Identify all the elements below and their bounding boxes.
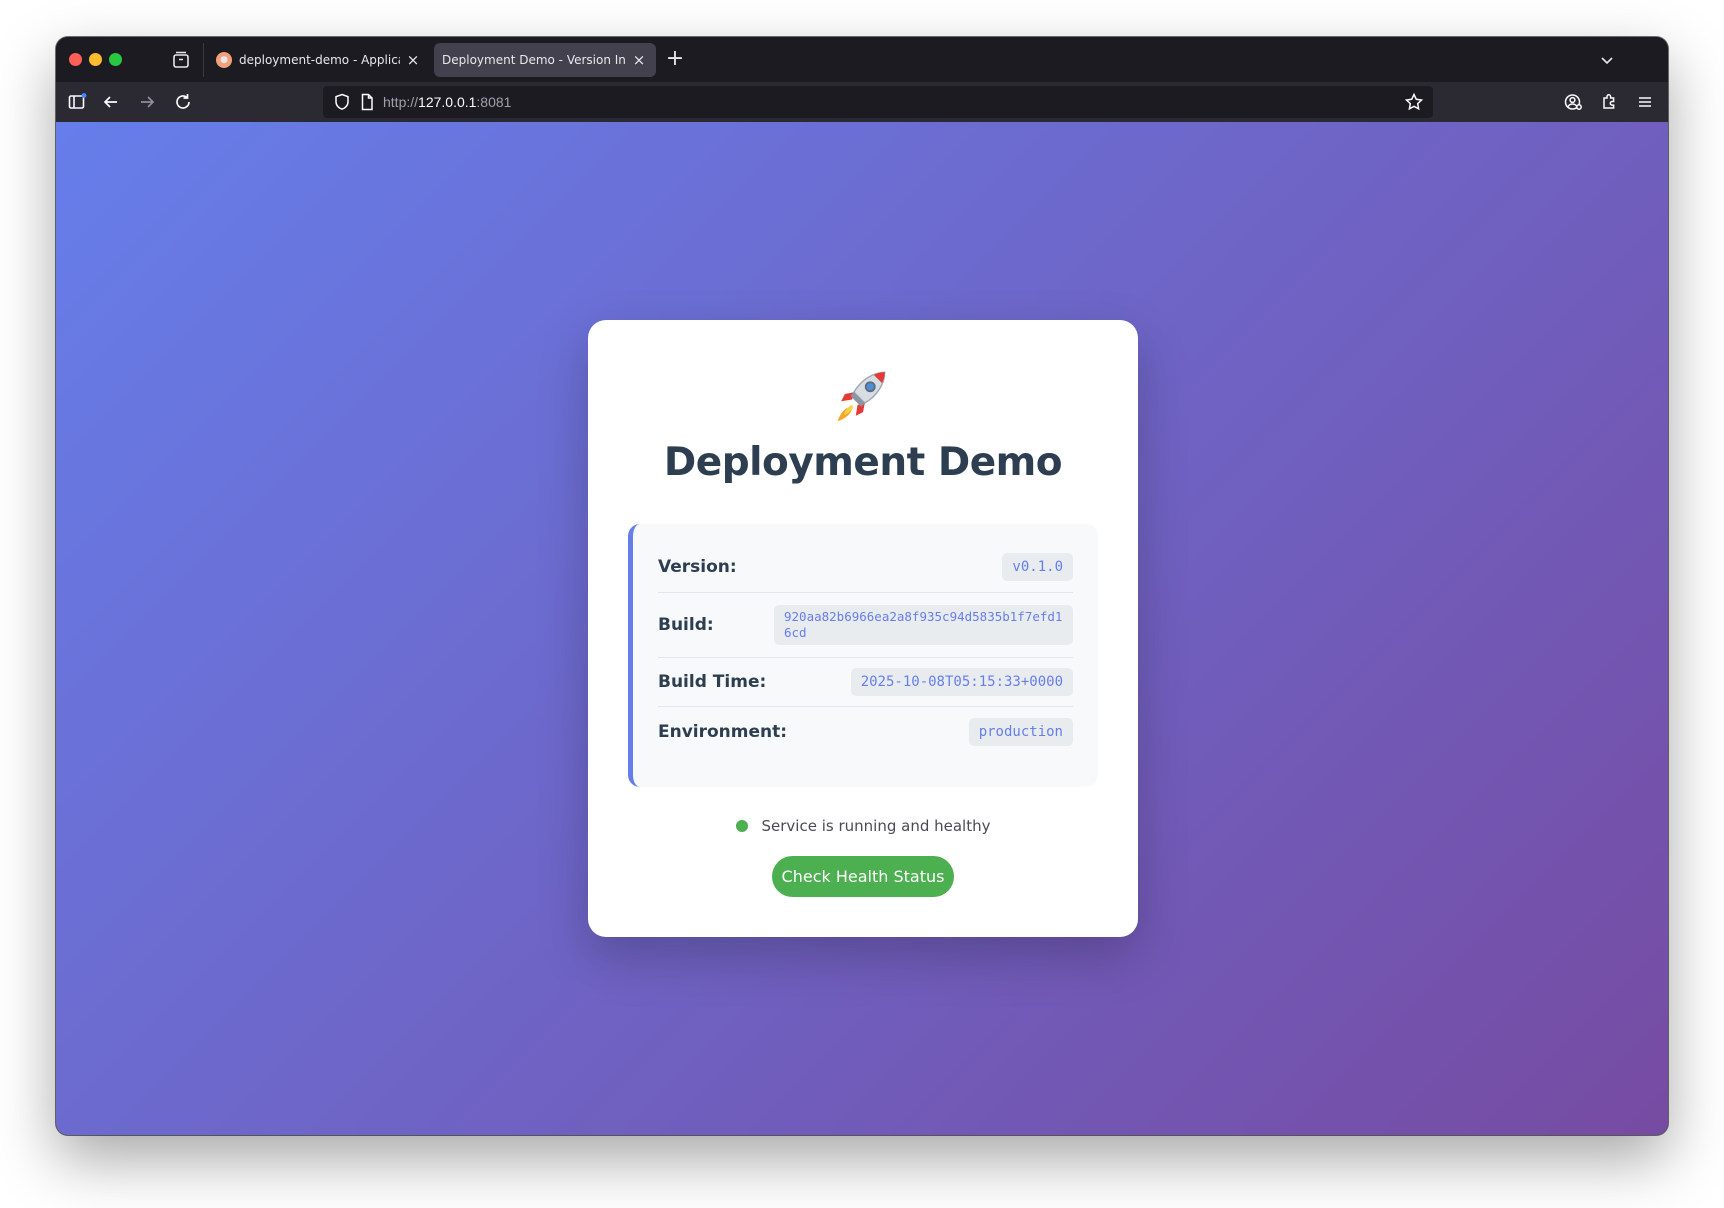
- bookmark-star-icon[interactable]: [1403, 91, 1425, 113]
- environment-label: Environment:: [658, 722, 788, 742]
- url-host: 127.0.0.1: [418, 94, 477, 110]
- new-tab-button[interactable]: +: [663, 48, 687, 72]
- close-tab-icon[interactable]: ×: [630, 51, 648, 69]
- account-icon[interactable]: [1562, 91, 1584, 113]
- minimize-window-button[interactable]: [89, 53, 102, 66]
- rocket-icon: [588, 365, 1138, 423]
- sidebar-icon[interactable]: [66, 91, 88, 113]
- status-text: Service is running and healthy: [761, 817, 991, 835]
- maximize-window-button[interactable]: [109, 53, 122, 66]
- tab-deployment-demo-version-info[interactable]: Deployment Demo - Version Info ×: [434, 43, 656, 77]
- forward-icon[interactable]: [136, 91, 158, 113]
- navigation-toolbar: http://127.0.0.1:8081: [56, 82, 1668, 122]
- environment-row: Environment: production: [658, 707, 1073, 757]
- browser-window: ● deployment-demo - Application × Deploy…: [56, 37, 1668, 1135]
- tab-title: deployment-demo - Application: [239, 53, 400, 67]
- close-tab-icon[interactable]: ×: [404, 51, 422, 69]
- check-health-status-button[interactable]: Check Health Status: [772, 856, 954, 897]
- version-info-panel: Version: v0.1.0 Build: 920aa82b6966ea2a8…: [628, 524, 1098, 787]
- version-row: Version: v0.1.0: [658, 542, 1073, 593]
- tab-title: Deployment Demo - Version Info: [442, 53, 626, 67]
- menu-icon[interactable]: [1634, 91, 1656, 113]
- url-text[interactable]: http://127.0.0.1:8081: [383, 94, 511, 110]
- address-bar[interactable]: http://127.0.0.1:8081: [323, 86, 1433, 118]
- shield-icon[interactable]: [331, 91, 353, 113]
- version-label: Version:: [658, 557, 737, 577]
- build-label: Build:: [658, 615, 714, 635]
- page-icon[interactable]: [356, 91, 378, 113]
- app-favicon-icon: ●: [216, 52, 232, 68]
- version-value: v0.1.0: [1002, 553, 1073, 581]
- page-viewport: Deployment Demo Version: v0.1.0 Build: 9…: [56, 122, 1668, 1135]
- environment-value: production: [968, 718, 1073, 746]
- build-row: Build: 920aa82b6966ea2a8f935c94d5835b1f7…: [658, 593, 1073, 658]
- extensions-icon[interactable]: [1598, 91, 1620, 113]
- close-window-button[interactable]: [69, 53, 82, 66]
- build-value: 920aa82b6966ea2a8f935c94d5835b1f7efd16cd: [774, 605, 1073, 645]
- page-title: Deployment Demo: [663, 440, 1063, 485]
- back-icon[interactable]: [100, 91, 122, 113]
- tab-overview-icon[interactable]: [170, 49, 192, 71]
- version-card: Deployment Demo Version: v0.1.0 Build: 9…: [588, 320, 1138, 937]
- tab-separator: [203, 43, 204, 77]
- tab-deployment-demo-application[interactable]: ● deployment-demo - Application ×: [208, 43, 430, 77]
- url-scheme: http://: [383, 94, 419, 110]
- reload-icon[interactable]: [172, 91, 194, 113]
- chevron-down-icon[interactable]: [1596, 49, 1618, 71]
- build-time-row: Build Time: 2025-10-08T05:15:33+0000: [658, 658, 1073, 707]
- service-status: Service is running and healthy: [588, 817, 1138, 835]
- build-time-value: 2025-10-08T05:15:33+0000: [850, 668, 1073, 696]
- status-indicator-icon: [735, 820, 748, 832]
- build-time-label: Build Time:: [658, 672, 767, 692]
- url-port: :8081: [476, 94, 512, 110]
- tab-strip: ● deployment-demo - Application × Deploy…: [56, 37, 1668, 82]
